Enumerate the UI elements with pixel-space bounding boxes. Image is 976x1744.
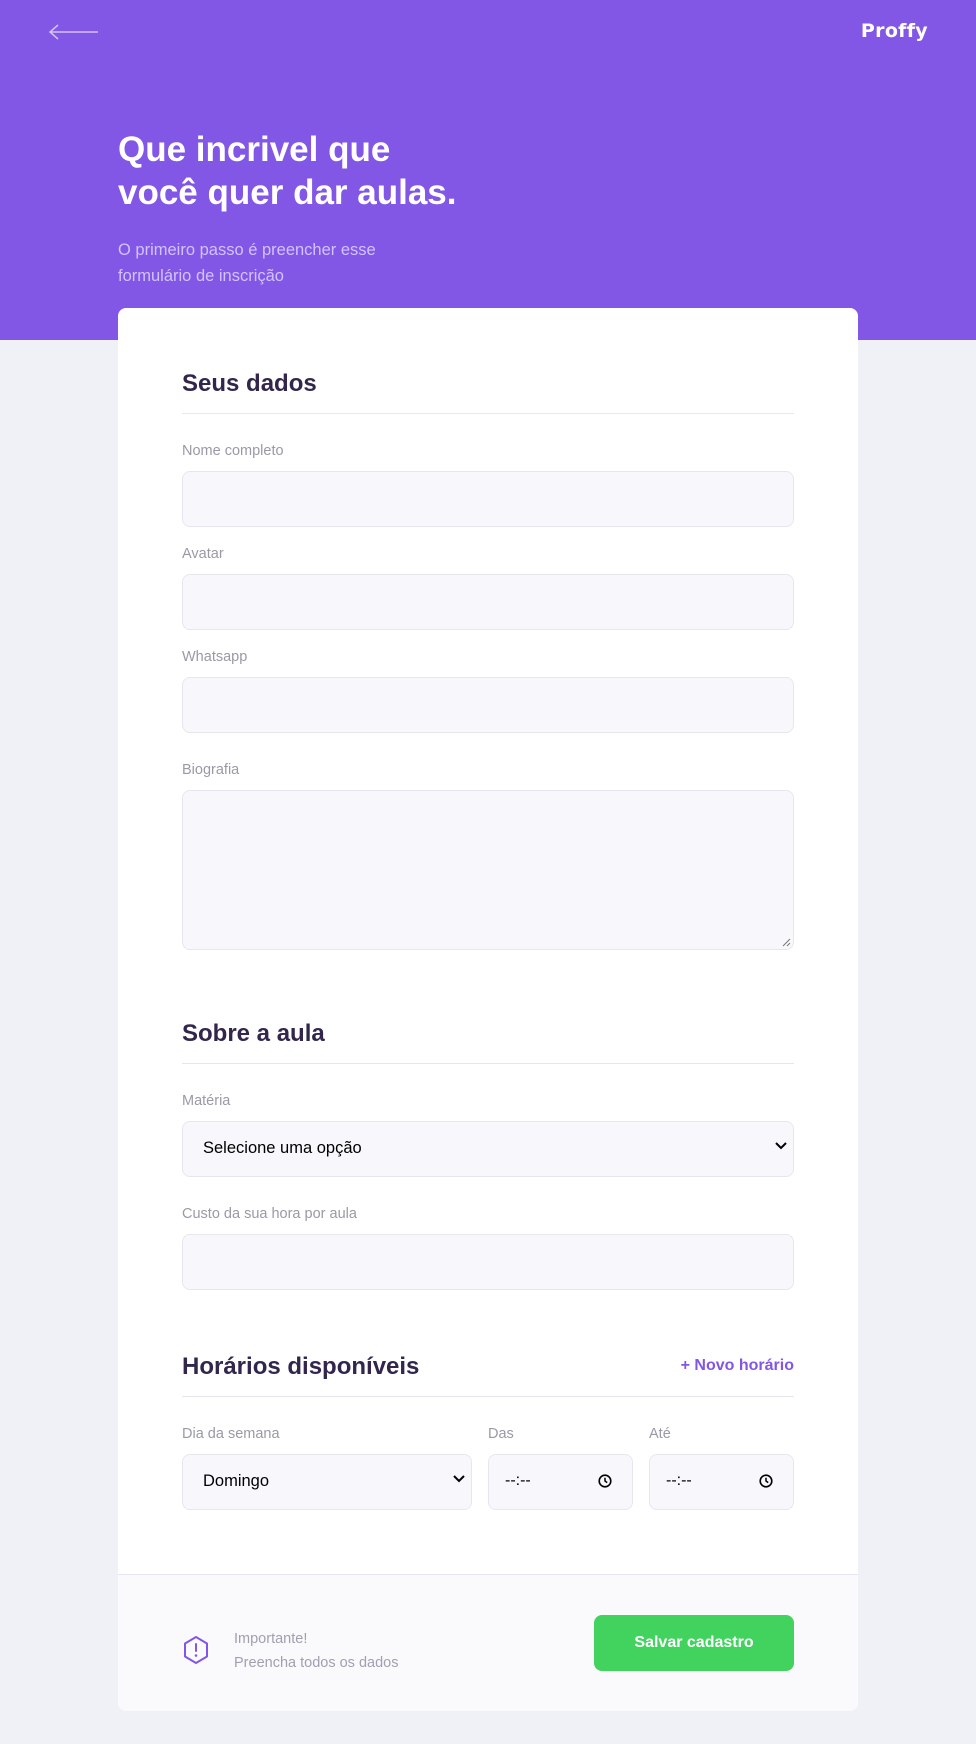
section-title-schedule: Horários disponíveis bbox=[182, 1353, 420, 1380]
resize-grip-icon[interactable] bbox=[782, 938, 791, 947]
section-title-personal: Seus dados bbox=[182, 370, 317, 397]
back-button[interactable] bbox=[48, 22, 100, 42]
to-time-value: --:-- bbox=[666, 1472, 692, 1489]
weekday-label: Dia da semana bbox=[182, 1426, 280, 1442]
subject-selected-value: Selecione uma opção bbox=[203, 1139, 362, 1157]
weekday-selected-value: Domingo bbox=[203, 1472, 270, 1490]
whatsapp-label: Whatsapp bbox=[182, 649, 248, 665]
name-label: Nome completo bbox=[182, 443, 284, 459]
add-schedule-button[interactable]: + Novo horário bbox=[681, 1357, 794, 1375]
cost-label: Custo da sua hora por aula bbox=[182, 1206, 357, 1222]
page-title: Que incrivel que você quer dar aulas. bbox=[118, 128, 538, 214]
cost-input[interactable] bbox=[182, 1234, 794, 1290]
avatar-input[interactable] bbox=[182, 574, 794, 630]
page-subtitle-line-2: formulário de inscrição bbox=[118, 267, 284, 285]
weekday-select[interactable]: Domingo bbox=[182, 1454, 472, 1510]
logo: Proffy bbox=[860, 20, 928, 42]
page-subtitle: O primeiro passo é preencher esse formul… bbox=[118, 237, 438, 289]
bio-label: Biografia bbox=[182, 762, 240, 778]
chevron-down-icon bbox=[775, 1142, 787, 1150]
subject-select[interactable]: Selecione uma opção bbox=[182, 1121, 794, 1177]
subject-label: Matéria bbox=[182, 1093, 231, 1109]
name-input[interactable] bbox=[182, 471, 794, 527]
whatsapp-input[interactable] bbox=[182, 677, 794, 733]
page-title-line-1: Que incrivel que bbox=[118, 130, 391, 169]
clock-icon[interactable] bbox=[759, 1474, 773, 1488]
save-button[interactable]: Salvar cadastro bbox=[594, 1615, 794, 1671]
bio-textarea[interactable] bbox=[182, 790, 794, 950]
arrow-left-icon bbox=[48, 24, 98, 40]
from-time-value: --:-- bbox=[505, 1472, 531, 1489]
from-time-input[interactable]: --:-- bbox=[488, 1454, 633, 1510]
clock-icon[interactable] bbox=[598, 1474, 612, 1488]
to-label: Até bbox=[649, 1426, 671, 1442]
warning-hexagon-icon bbox=[184, 1636, 208, 1664]
section-title-class: Sobre a aula bbox=[182, 1020, 325, 1047]
page-title-line-2: você quer dar aulas. bbox=[118, 173, 457, 212]
from-label: Das bbox=[488, 1426, 514, 1442]
warning-title: Importante! bbox=[234, 1631, 308, 1647]
to-time-input[interactable]: --:-- bbox=[649, 1454, 794, 1510]
warning-text: Preencha todos os dados bbox=[234, 1655, 399, 1671]
page-header: Proffy Que incrivel que você quer dar au… bbox=[0, 0, 976, 340]
section-divider bbox=[182, 413, 794, 414]
registration-form: Seus dados Nome completo Avatar Whatsapp… bbox=[118, 308, 858, 1711]
chevron-down-icon bbox=[453, 1475, 465, 1483]
section-divider bbox=[182, 1063, 794, 1064]
page-subtitle-line-1: O primeiro passo é preencher esse bbox=[118, 241, 376, 259]
form-footer: Importante! Preencha todos os dados Salv… bbox=[118, 1574, 858, 1711]
section-divider bbox=[182, 1396, 794, 1397]
avatar-label: Avatar bbox=[182, 546, 224, 562]
